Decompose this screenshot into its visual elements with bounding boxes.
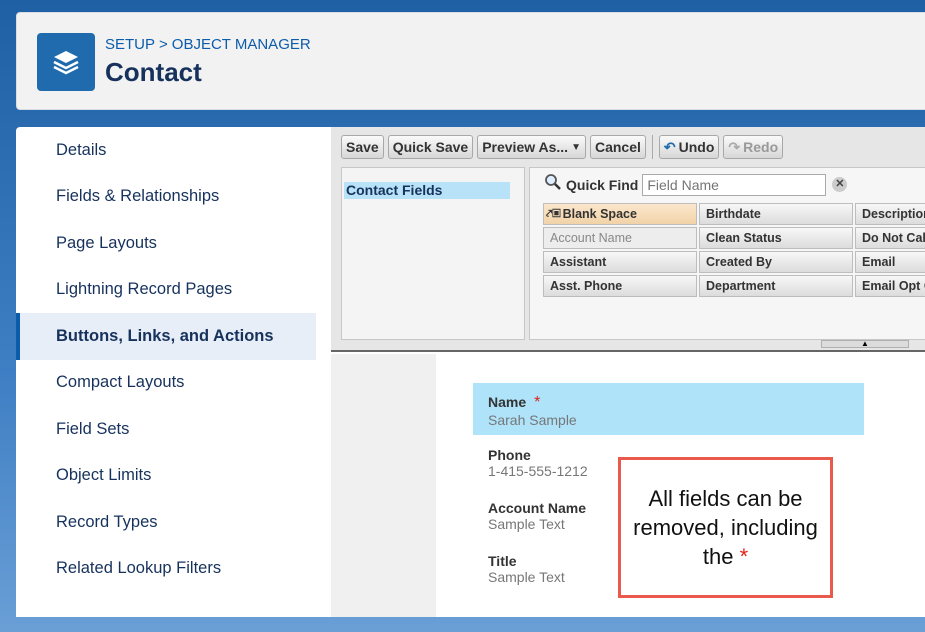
palette-field-list: Quick Find ✕ ⤤▣ Blank Space Birthdate De… — [529, 167, 925, 340]
sidebar-item-record-types[interactable]: Record Types — [16, 499, 316, 546]
redo-label: Redo — [743, 139, 779, 155]
field-value: Sarah Sample — [488, 412, 577, 428]
palette-field-label: Blank Space — [562, 207, 637, 221]
field-grid: ⤤▣ Blank Space Birthdate Description Acc… — [543, 203, 925, 297]
breadcrumb-object-manager-link[interactable]: OBJECT MANAGER — [172, 36, 311, 53]
panel-divider — [316, 127, 331, 617]
blank-space-icon: ⤤▣ — [546, 207, 561, 220]
sidebar-item-buttons-links-actions[interactable]: Buttons, Links, and Actions — [16, 313, 316, 360]
palette-field-clean-status[interactable]: Clean Status — [699, 227, 853, 249]
breadcrumb-separator: > — [159, 36, 168, 53]
undo-label: Undo — [678, 139, 715, 155]
palette-field-created-by[interactable]: Created By — [699, 251, 853, 273]
sidebar-item-fields-relationships[interactable]: Fields & Relationships — [16, 174, 316, 221]
object-sidebar: Details Fields & Relationships Page Layo… — [16, 127, 316, 617]
sidebar-item-field-sets[interactable]: Field Sets — [16, 406, 316, 453]
palette-field-assistant[interactable]: Assistant — [543, 251, 697, 273]
sidebar-item-object-limits[interactable]: Object Limits — [16, 453, 316, 500]
sidebar-item-lightning-record-pages[interactable]: Lightning Record Pages — [16, 267, 316, 314]
palette-field-do-not-call[interactable]: Do Not Call — [855, 227, 925, 249]
quick-find: Quick Find ✕ — [544, 173, 848, 196]
palette-field-description[interactable]: Description — [855, 203, 925, 225]
redo-button[interactable]: ↷ Redo — [723, 135, 784, 159]
category-contact-fields[interactable]: Contact Fields — [344, 182, 510, 199]
field-label: Title — [488, 553, 517, 569]
redo-icon: ↷ — [728, 138, 741, 155]
field-label: Phone — [488, 447, 531, 463]
layout-field-name[interactable]: Name * Sarah Sample — [473, 383, 864, 435]
quick-save-button[interactable]: Quick Save — [387, 135, 474, 159]
annotation-callout: All fields can be removed, including the… — [618, 457, 833, 598]
palette-field-asst-phone[interactable]: Asst. Phone — [543, 275, 697, 297]
callout-required-star: * — [739, 544, 749, 569]
sidebar-item-page-layouts[interactable]: Page Layouts — [16, 220, 316, 267]
breadcrumb: SETUP > OBJECT MANAGER — [105, 36, 311, 53]
cancel-button[interactable]: Cancel — [589, 135, 646, 159]
field-value: Sample Text — [488, 569, 565, 585]
chevron-down-icon: ▼ — [571, 141, 581, 153]
toolbar-separator — [651, 135, 653, 159]
palette-category-list: Contact Fields — [341, 167, 525, 340]
callout-text: All fields can be removed, including the — [633, 486, 818, 569]
quick-find-label: Quick Find — [566, 176, 639, 193]
editor-toolbar: Save Quick Save Preview As... ▼ Cancel ↶… — [341, 135, 784, 161]
save-button[interactable]: Save — [341, 135, 384, 159]
quick-find-input[interactable] — [642, 173, 827, 196]
breadcrumb-setup-link[interactable]: SETUP — [105, 36, 155, 53]
layout-field-title[interactable]: Title Sample Text — [488, 553, 565, 585]
field-label: Name — [488, 394, 527, 410]
page-title: Contact — [105, 57, 202, 87]
palette-resize-handle[interactable]: ▲ — [821, 340, 909, 348]
field-label: Account Name — [488, 500, 587, 516]
clear-icon[interactable]: ✕ — [832, 177, 848, 192]
layout-field-phone[interactable]: Phone 1-415-555-1212 — [488, 447, 588, 479]
field-palette: Save Quick Save Preview As... ▼ Cancel ↶… — [331, 127, 925, 352]
field-value: Sample Text — [488, 516, 565, 532]
palette-field-blank-space[interactable]: ⤤▣ Blank Space — [543, 203, 697, 225]
palette-field-email-opt-out[interactable]: Email Opt O — [855, 275, 925, 297]
layers-icon — [37, 33, 95, 91]
palette-field-account-name[interactable]: Account Name — [543, 227, 697, 249]
page-header: SETUP > OBJECT MANAGER Contact — [16, 12, 925, 110]
sidebar-item-details[interactable]: Details — [16, 127, 316, 174]
layout-editor: Save Quick Save Preview As... ▼ Cancel ↶… — [331, 127, 925, 617]
palette-field-department[interactable]: Department — [699, 275, 853, 297]
undo-button[interactable]: ↶ Undo — [658, 135, 720, 159]
field-value: 1-415-555-1212 — [488, 463, 588, 479]
palette-field-birthdate[interactable]: Birthdate — [699, 203, 853, 225]
sidebar-item-related-lookup-filters[interactable]: Related Lookup Filters — [16, 546, 316, 593]
preview-as-button[interactable]: Preview As... ▼ — [477, 135, 586, 159]
palette-field-email[interactable]: Email — [855, 251, 925, 273]
preview-as-label: Preview As... — [482, 139, 569, 155]
layout-field-account-name[interactable]: Account Name Sample Text — [488, 500, 586, 532]
magnifier-icon — [544, 173, 562, 196]
sidebar-item-compact-layouts[interactable]: Compact Layouts — [16, 360, 316, 407]
undo-icon: ↶ — [663, 138, 676, 155]
required-star-icon: * — [534, 394, 541, 411]
